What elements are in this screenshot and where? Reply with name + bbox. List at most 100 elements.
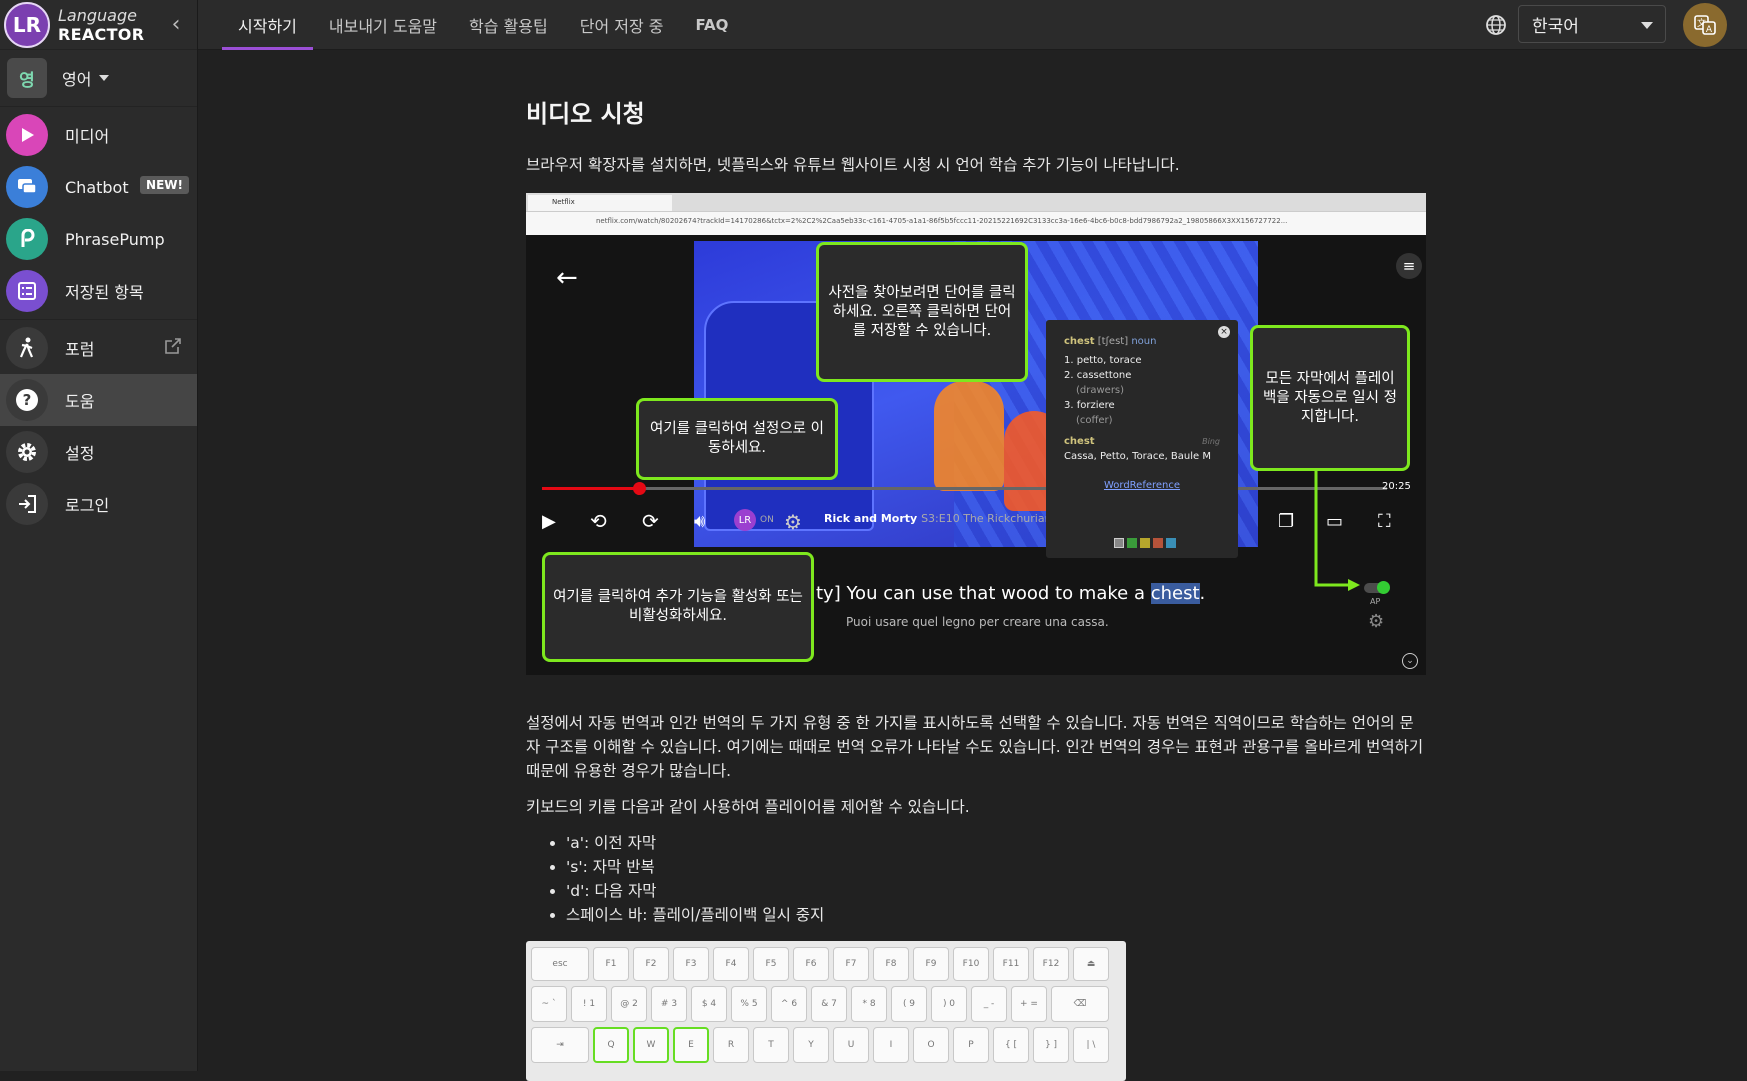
language-badge: 영 <box>7 58 47 98</box>
sidebar-item-label: PhrasePump <box>65 229 165 249</box>
svg-text:A: A <box>1706 25 1713 35</box>
brand[interactable]: LR Language REACTOR ‹ <box>0 0 197 50</box>
external-link-icon <box>163 336 183 360</box>
key: ⌫ <box>1051 986 1109 1022</box>
ui-language-select[interactable]: 한국어 <box>1518 5 1666 43</box>
brand-line1: Language <box>58 5 137 25</box>
brand-line2: REACTOR <box>58 24 145 44</box>
keyboard-row: ~ ` ! 1 @ 2 # 3 $ 4 % 5 ^ 6 & 7 * 8 ( 9 … <box>531 986 1121 1022</box>
sidebar-item-label: 미디어 <box>65 127 110 146</box>
key: F4 <box>713 947 749 981</box>
list-item: 스페이스 바: 플레이/플레이백 일시 중지 <box>566 903 1426 927</box>
ui-language-value: 한국어 <box>1532 16 1579 37</box>
key: | \ <box>1073 1027 1109 1063</box>
key: F2 <box>633 947 669 981</box>
key: @ 2 <box>611 986 647 1022</box>
key: F8 <box>873 947 909 981</box>
sidebar-item-label: Chatbot <box>65 177 129 197</box>
sidebar-item-label: 설정 <box>65 444 95 463</box>
key: T <box>753 1027 789 1063</box>
tab-learning-tips[interactable]: 학습 활용팁 <box>453 0 564 50</box>
key: F1 <box>593 947 629 981</box>
list-item: 'd': 다음 자막 <box>566 879 1426 903</box>
key: P <box>953 1027 989 1063</box>
key: F9 <box>913 947 949 981</box>
key: $ 4 <box>691 986 727 1022</box>
globe-icon <box>1484 13 1508 37</box>
key: _ - <box>971 986 1007 1022</box>
key-highlighted: E <box>673 1027 709 1063</box>
sidebar-item-forum[interactable]: 포럼 <box>0 322 197 374</box>
sidebar-item-label: 로그인 <box>65 496 110 515</box>
walk-icon <box>6 327 48 369</box>
list-item: 's': 자막 반복 <box>566 855 1426 879</box>
translate-avatar-icon[interactable]: 文A <box>1683 3 1727 47</box>
caret-down-icon <box>99 75 110 81</box>
shortcut-list: 'a': 이전 자막 's': 자막 반복 'd': 다음 자막 스페이스 바:… <box>526 831 1426 927</box>
sidebar-item-help[interactable]: ? 도움 <box>0 374 197 426</box>
callout-dictionary: 사전을 찾아보려면 단어를 클릭하세요. 오른쪽 클릭하면 단어를 저장할 수 … <box>816 242 1028 382</box>
sidebar-item-settings[interactable]: 설정 <box>0 426 197 478</box>
intro-paragraph: 브라우저 확장자를 설치하면, 넷플릭스와 유튜브 웹사이트 시청 시 언어 학… <box>526 156 1180 174</box>
sidebar-item-label: 저장된 항목 <box>65 283 144 302</box>
key: ^ 6 <box>771 986 807 1022</box>
gear-icon <box>6 431 48 473</box>
chat-icon <box>6 166 48 208</box>
help-icon: ? <box>6 379 48 421</box>
dropdown-arrow-icon <box>1641 22 1653 29</box>
tab-export-help[interactable]: 내보내기 도움말 <box>313 0 453 50</box>
key: ) 0 <box>931 986 967 1022</box>
tab-faq[interactable]: FAQ <box>680 0 745 50</box>
divider <box>0 319 197 320</box>
key: # 3 <box>651 986 687 1022</box>
key: F11 <box>993 947 1029 981</box>
callout-settings: 여기를 클릭하여 설정으로 이동하세요. <box>636 398 838 480</box>
sidebar-item-label: 도움 <box>65 392 95 411</box>
key: } ] <box>1033 1027 1069 1063</box>
page-title: 비디오 시청 <box>526 100 645 128</box>
sidebar-item-saved[interactable]: 저장된 항목 <box>0 265 197 317</box>
key: I <box>873 1027 909 1063</box>
tab-saving-words[interactable]: 단어 저장 중 <box>564 0 680 50</box>
key: R <box>713 1027 749 1063</box>
chevron-left-icon[interactable]: ‹ <box>164 12 188 37</box>
language-reactor-logo: LR <box>4 1 50 48</box>
keyboard-image: esc F1 F2 F3 F4 F5 F6 F7 F8 F9 F10 F11 F… <box>526 941 1126 1081</box>
translation-paragraph: 설정에서 자동 번역과 인간 번역의 두 가지 유형 중 한 가지를 표시하도록… <box>526 714 1424 780</box>
phrasepump-icon <box>6 218 48 260</box>
key: % 5 <box>731 986 767 1022</box>
sidebar: LR Language REACTOR ‹ 영 영어 미디어 Chatbot N… <box>0 0 198 1071</box>
key: F6 <box>793 947 829 981</box>
keyboard-row: ⇥ Q W E R T Y U I O P { [ } ] | \ <box>531 1027 1121 1063</box>
callout-extension-toggle: 여기를 클릭하여 추가 기능을 활성화 또는 비활성화하세요. <box>542 552 814 662</box>
language-selector[interactable]: 영 영어 <box>0 50 197 107</box>
sidebar-item-media[interactable]: 미디어 <box>0 109 197 161</box>
key: ( 9 <box>891 986 927 1022</box>
key-highlighted: W <box>633 1027 669 1063</box>
callout-autopause: 모든 자막에서 플레이백을 자동으로 일시 정지합니다. <box>1250 325 1410 471</box>
key-highlighted: Q <box>593 1027 629 1063</box>
key: F7 <box>833 947 869 981</box>
sidebar-item-label: 포럼 <box>65 340 95 359</box>
key: * 8 <box>851 986 887 1022</box>
sidebar-item-phrasepump[interactable]: PhrasePump <box>0 213 197 265</box>
brand-name: Language REACTOR <box>58 6 144 44</box>
sidebar-item-login[interactable]: 로그인 <box>0 478 197 530</box>
key: F5 <box>753 947 789 981</box>
new-badge: NEW! <box>140 176 189 194</box>
key: Y <box>793 1027 829 1063</box>
main-content: 비디오 시청 브라우저 확장자를 설치하면, 넷플릭스와 유튜브 웹사이트 시청… <box>526 94 1426 1081</box>
key: F10 <box>953 947 989 981</box>
key: ~ ` <box>531 986 567 1022</box>
tab-getting-started[interactable]: 시작하기 <box>222 0 313 50</box>
key: ⏏ <box>1073 947 1109 981</box>
key: O <box>913 1027 949 1063</box>
key: ⇥ <box>531 1027 589 1063</box>
sidebar-item-chatbot[interactable]: Chatbot NEW! <box>0 161 197 213</box>
help-tabs: 시작하기 내보내기 도움말 학습 활용팁 단어 저장 중 FAQ <box>222 0 744 50</box>
top-bar: 시작하기 내보내기 도움말 학습 활용팁 단어 저장 중 FAQ 한국어 文A <box>198 0 1747 50</box>
key: { [ <box>993 1027 1029 1063</box>
list-icon <box>6 270 48 312</box>
login-icon <box>6 483 48 525</box>
language-label: 영어 <box>62 70 92 89</box>
